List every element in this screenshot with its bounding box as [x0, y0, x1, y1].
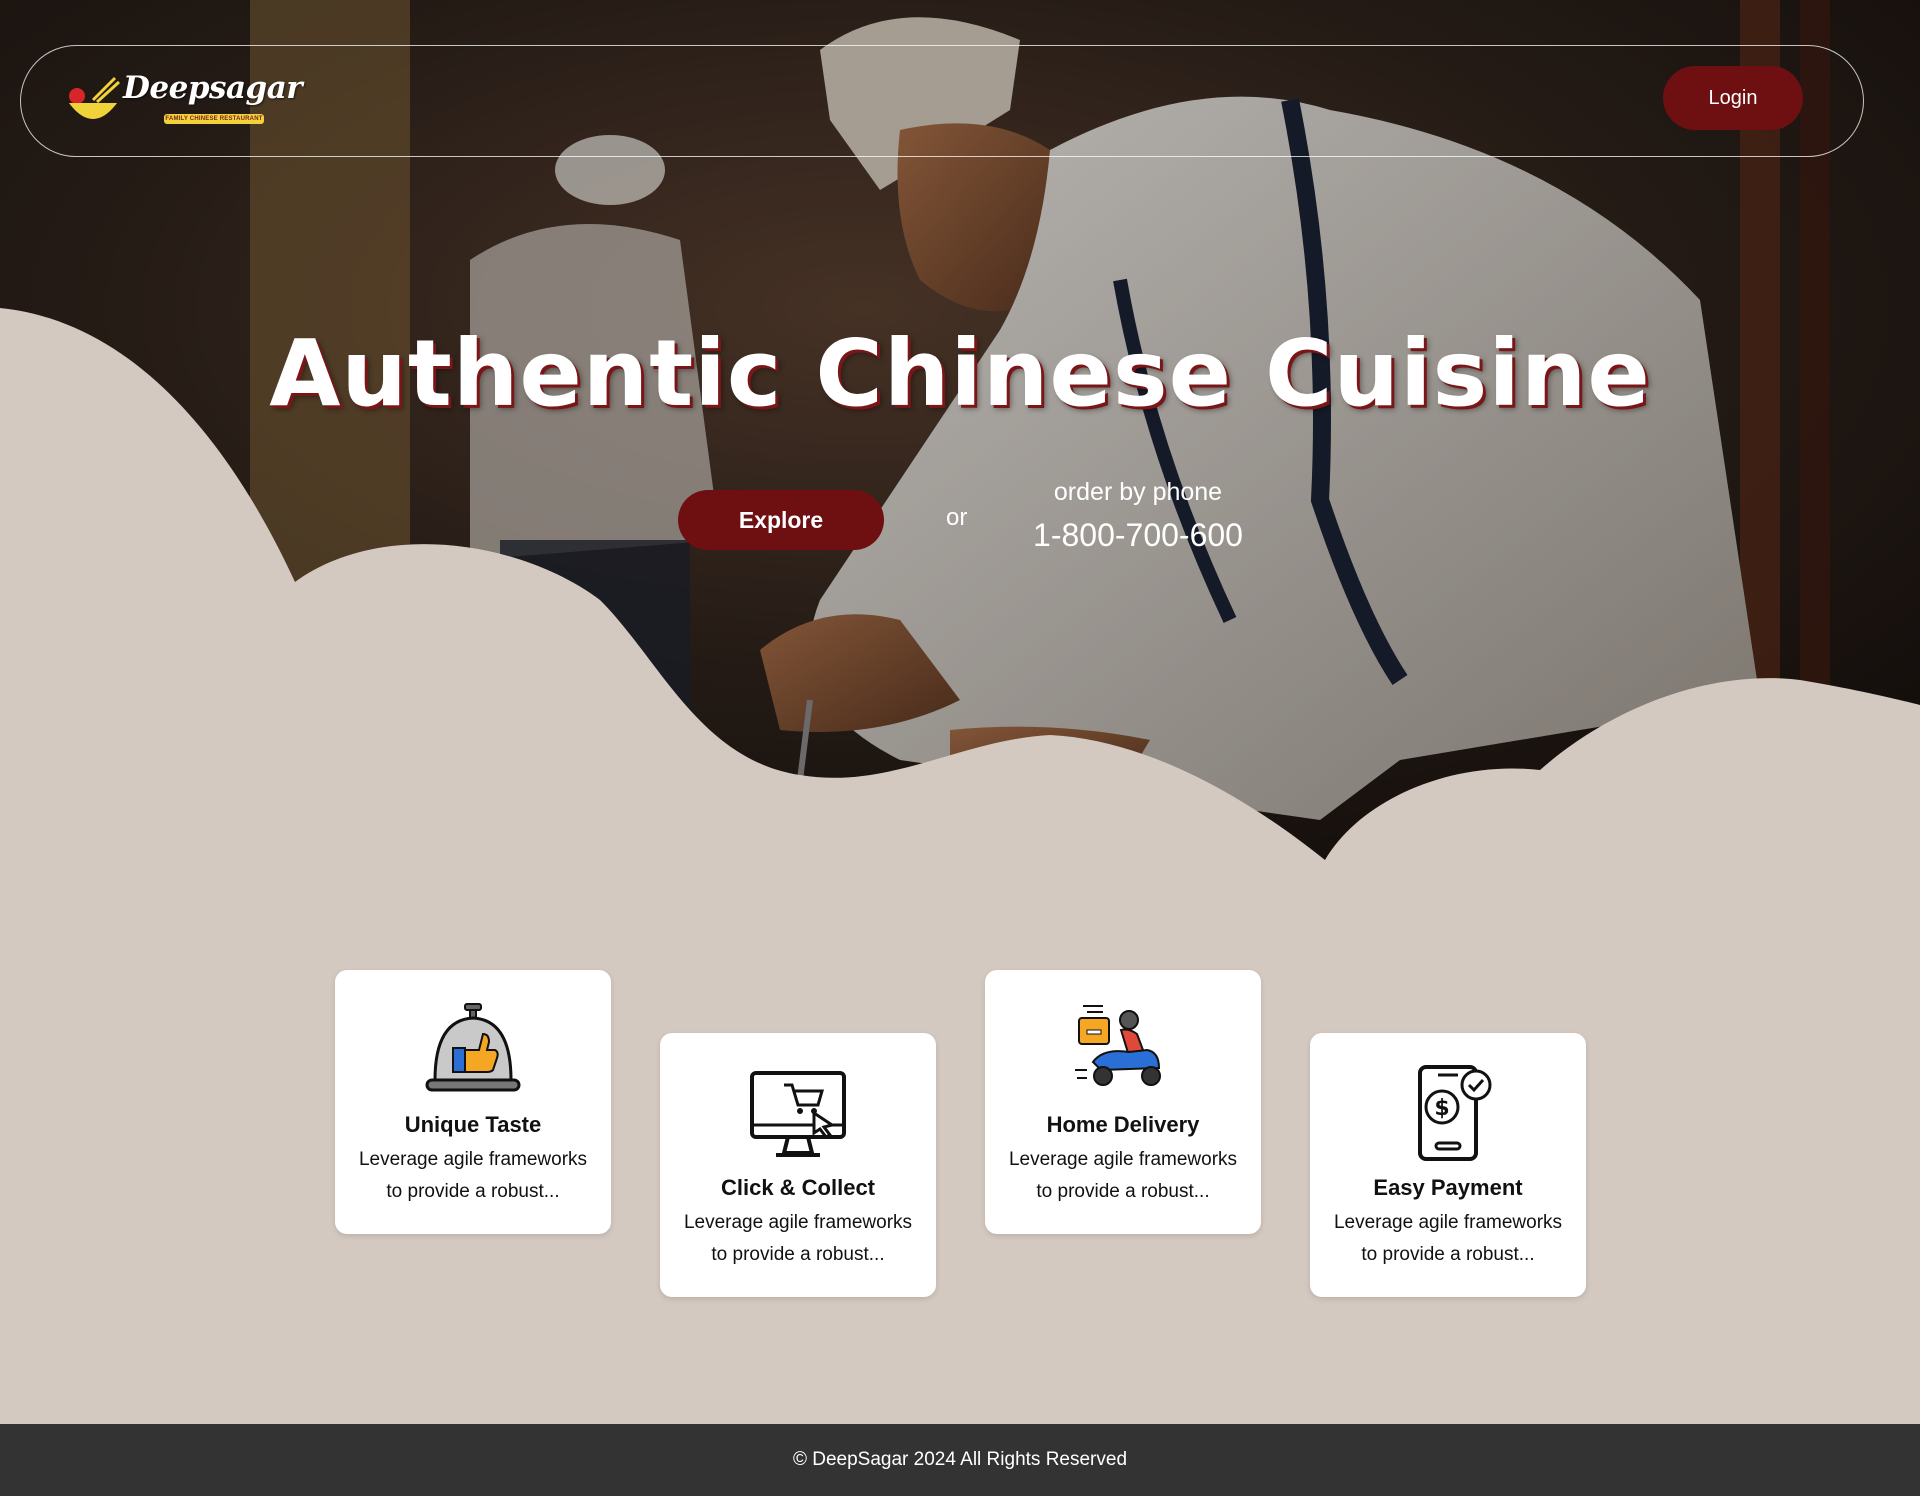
feature-card-easy-payment: $ Easy Payment Leverage agile frameworks… [1310, 1033, 1586, 1297]
svg-text:$: $ [1434, 1096, 1449, 1121]
feature-card-unique-taste: Unique Taste Leverage agile frameworks t… [335, 970, 611, 1234]
copyright-text: © DeepSagar 2024 All Rights Reserved [792, 1449, 1128, 1470]
feature-description: Leverage agile frameworks to provide a r… [1008, 1149, 1238, 1202]
hero-section: Deepsagar FAMILY CHINESE RESTAURANT Logi… [0, 0, 1920, 880]
feature-description: Leverage agile frameworks to provide a r… [683, 1212, 913, 1265]
computer-cart-icon [750, 1071, 846, 1157]
delivery-scooter-icon [1075, 1005, 1161, 1086]
or-separator: or [946, 504, 968, 531]
phone-label: order by phone [1053, 478, 1223, 506]
feature-description: Leverage agile frameworks to provide a r… [1333, 1212, 1563, 1265]
feature-title: Unique Taste [404, 1112, 542, 1137]
feature-title: Easy Payment [1373, 1175, 1523, 1200]
order-by-phone: order by phone 1-800-700-600 [1010, 478, 1266, 554]
brand-name: Deepsagar [123, 70, 303, 106]
hero-title: Authentic Chinese Cuisine [269, 320, 1651, 427]
feature-card-click-collect: Click & Collect Leverage agile framework… [660, 1033, 936, 1297]
explore-button[interactable]: Explore [678, 490, 884, 550]
feature-title: Home Delivery [1046, 1112, 1200, 1137]
cloche-thumbs-up-icon [425, 1003, 521, 1092]
feature-description: Leverage agile frameworks to provide a r… [358, 1149, 588, 1202]
phone-payment-icon: $ [1418, 1065, 1492, 1161]
brand-logo[interactable]: Deepsagar FAMILY CHINESE RESTAURANT [63, 66, 303, 138]
phone-number-link[interactable]: 1-800-700-600 [1010, 517, 1266, 554]
feature-title: Click & Collect [720, 1175, 876, 1200]
footer: © DeepSagar 2024 All Rights Reserved [0, 1424, 1920, 1496]
feature-card-home-delivery: Home Delivery Leverage agile frameworks … [985, 970, 1261, 1234]
navbar: Deepsagar FAMILY CHINESE RESTAURANT Logi… [20, 45, 1864, 157]
login-button[interactable]: Login [1663, 66, 1803, 130]
noodle-bowl-icon [68, 76, 121, 119]
brand-tagline: FAMILY CHINESE RESTAURANT [164, 114, 264, 124]
